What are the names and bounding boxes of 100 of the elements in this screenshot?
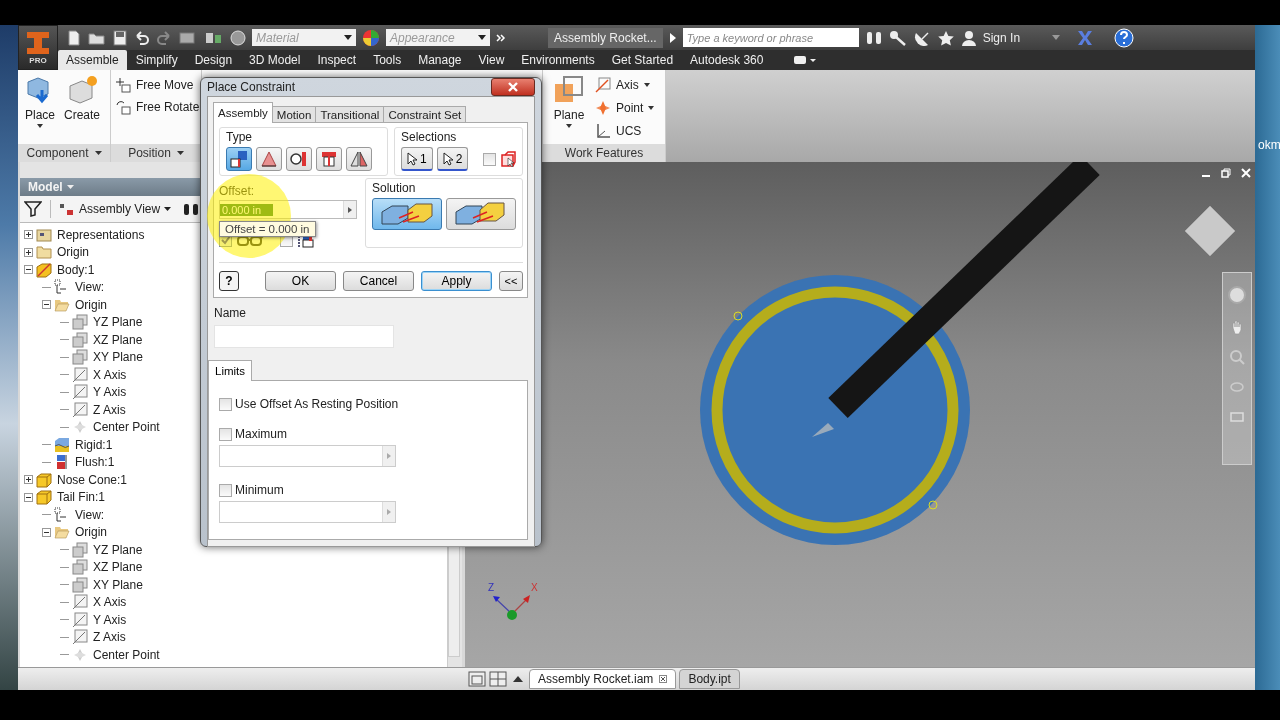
ribbon-tab[interactable]: Inspect	[309, 50, 365, 70]
tree-item[interactable]: View:	[75, 507, 105, 522]
ribbon-tab[interactable]: Design	[186, 50, 241, 70]
panel-title-button[interactable]: Work Features	[543, 143, 665, 162]
key-icon[interactable]	[888, 29, 907, 46]
point-tool-button[interactable]: Point	[593, 97, 663, 119]
expand-toggle[interactable]	[42, 527, 51, 537]
tree-item[interactable]: XY Plane	[93, 350, 143, 365]
tree-item[interactable]: Z Axis	[93, 402, 126, 417]
overflow-icon[interactable]	[496, 32, 506, 43]
help-icon[interactable]	[1114, 27, 1135, 48]
ribbon-tab[interactable]: Autodesk 360	[682, 50, 772, 70]
flush-solution-button[interactable]	[446, 198, 516, 230]
document-tab[interactable]: Body.ipt	[679, 669, 740, 690]
application-menu-button[interactable]: PRO	[18, 25, 58, 70]
expand-icon[interactable]	[668, 32, 677, 43]
tree-item[interactable]: Rigid:1	[75, 437, 113, 452]
ribbon-tab[interactable]: View	[470, 50, 513, 70]
tree-item[interactable]: XZ Plane	[93, 560, 143, 575]
expand-toggle[interactable]	[24, 475, 33, 485]
tree-item[interactable]: Body:1	[57, 262, 95, 277]
name-field[interactable]	[214, 325, 394, 348]
document-tab[interactable]: Assembly Rocket.iam	[529, 669, 677, 690]
undo-icon[interactable]	[134, 29, 150, 46]
expand-toggle[interactable]	[24, 492, 33, 502]
dropdown-arrow-icon[interactable]	[1052, 35, 1061, 40]
redo-icon[interactable]	[156, 29, 172, 46]
restore-icon[interactable]	[1221, 167, 1231, 178]
panel-title-button[interactable]: Position	[111, 143, 201, 162]
panel-title-button[interactable]: Component	[18, 143, 110, 162]
expand-toggle[interactable]	[24, 247, 33, 257]
constraint-type-button[interactable]	[286, 147, 312, 171]
user-icon[interactable]	[960, 29, 977, 46]
tree-item[interactable]: YZ Plane	[93, 315, 143, 330]
sign-in-button[interactable]: Sign In	[982, 30, 1047, 45]
axis-tool-button[interactable]: Axis	[593, 74, 663, 96]
expand-toggle[interactable]	[42, 300, 51, 310]
create-tool-button[interactable]: Create	[60, 74, 105, 122]
limit-value-field[interactable]	[219, 445, 396, 467]
limits-tab[interactable]: Limits	[208, 360, 253, 381]
tree-item[interactable]: Origin	[57, 245, 89, 260]
ribbon-tab[interactable]: Simplify	[127, 50, 186, 70]
globe-icon[interactable]	[230, 29, 246, 46]
right-arrow-icon[interactable]	[348, 206, 352, 213]
tree-item[interactable]: Y Axis	[93, 385, 127, 400]
expand-toggle[interactable]	[24, 230, 33, 240]
dialog-button[interactable]: Cancel	[343, 271, 414, 291]
tree-item[interactable]: X Axis	[93, 595, 127, 610]
dialog-button[interactable]: OK	[265, 271, 336, 291]
rotate-tool-button[interactable]: Free Rotate	[113, 96, 202, 118]
plane-tool-button[interactable]: Plane	[545, 74, 593, 128]
tree-item[interactable]: Origin	[75, 525, 107, 540]
color-wheel-icon[interactable]	[362, 28, 380, 47]
tree-item[interactable]: Center Point	[93, 420, 160, 435]
dialog-tab[interactable]: Assembly	[213, 102, 273, 123]
constraint-type-button[interactable]	[346, 147, 372, 171]
satellite-dish-icon[interactable]	[912, 29, 931, 46]
tree-item[interactable]: Origin	[75, 297, 107, 312]
video-icon[interactable]	[794, 55, 817, 65]
star-icon[interactable]	[936, 29, 955, 46]
limit-value-field[interactable]	[219, 501, 396, 523]
checkbox[interactable]	[219, 483, 232, 497]
binoculars-icon[interactable]	[183, 201, 200, 216]
checkbox[interactable]	[219, 397, 232, 411]
tree-item[interactable]: Center Point	[93, 647, 160, 662]
expand-toggle[interactable]	[24, 265, 33, 275]
place-tool-button[interactable]: Place	[20, 74, 60, 128]
tree-item[interactable]: X Axis	[93, 367, 127, 382]
selection-button[interactable]: 1	[401, 147, 433, 171]
constraint-type-button[interactable]	[316, 147, 342, 171]
binoculars-icon[interactable]	[864, 29, 883, 46]
more-button[interactable]: <<	[499, 271, 523, 291]
disc-drawing[interactable]	[700, 274, 970, 545]
save-icon[interactable]	[112, 29, 128, 46]
new-file-icon[interactable]	[66, 29, 82, 46]
selection-button[interactable]: 2	[436, 147, 469, 171]
grip-point-icon[interactable]	[733, 311, 743, 321]
tile-windows-icon[interactable]	[489, 671, 507, 688]
assembly-view-dropdown[interactable]: Assembly View	[59, 201, 172, 216]
ribbon-tab[interactable]: Manage	[410, 50, 470, 70]
constraint-type-button[interactable]	[256, 147, 282, 171]
filter-icon[interactable]	[24, 200, 42, 217]
grip-point-icon[interactable]	[928, 500, 938, 510]
help-button[interactable]: ?	[219, 271, 239, 291]
tree-item[interactable]: Tail Fin:1	[57, 490, 106, 505]
ribbon-tab[interactable]: Tools	[365, 50, 410, 70]
exchange-icon[interactable]	[1076, 29, 1095, 46]
view-cube-icon[interactable]	[1183, 203, 1237, 258]
tree-item[interactable]: Y Axis	[93, 612, 127, 627]
tree-item[interactable]: View:	[75, 280, 105, 295]
rod-drawing[interactable]	[828, 161, 1100, 418]
tree-item[interactable]: YZ Plane	[93, 542, 143, 557]
ribbon-tab[interactable]: Assemble	[58, 50, 127, 70]
checkbox[interactable]	[483, 152, 496, 166]
tree-item[interactable]: Representations	[57, 227, 145, 242]
tree-item[interactable]: XZ Plane	[93, 332, 143, 347]
move-tool-button[interactable]: Free Move	[113, 74, 202, 96]
checkbox[interactable]	[219, 427, 232, 441]
tree-item[interactable]: Flush:1	[75, 455, 115, 470]
close-button[interactable]	[491, 78, 535, 96]
